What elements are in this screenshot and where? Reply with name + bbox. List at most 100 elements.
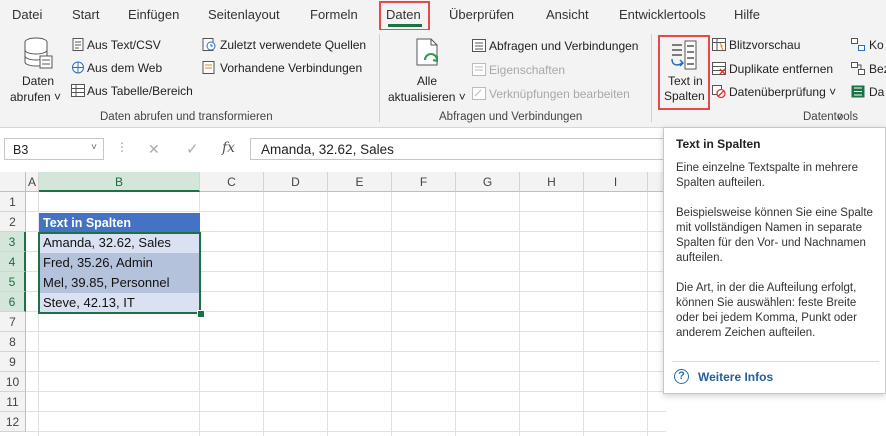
column-header-f[interactable]: F xyxy=(392,172,456,192)
tab-datei[interactable]: Datei xyxy=(12,7,42,22)
column-header-b[interactable]: B xyxy=(39,172,200,192)
row-header-8[interactable]: 8 xyxy=(0,332,26,352)
name-box-dropdown-icon[interactable]: ˅ xyxy=(91,142,97,153)
row-header-10[interactable]: 10 xyxy=(0,372,26,392)
row-header-11[interactable]: 11 xyxy=(0,392,26,412)
ribbon: Daten abrufen ˅ Aus Text/CSV Aus dem Web… xyxy=(0,30,886,128)
tab-daten-active-indicator xyxy=(388,24,422,27)
column-header-h[interactable]: H xyxy=(520,172,584,192)
recent-sources-button[interactable]: Zuletzt verwendete Quellen xyxy=(220,38,366,52)
recent-sources-icon xyxy=(202,38,216,51)
cell-selection-range xyxy=(38,232,201,314)
from-text-csv-button[interactable]: Aus Text/CSV xyxy=(87,38,161,52)
tooltip-paragraph-3: Die Art, in der die Aufteilung erfolgt, … xyxy=(676,282,857,339)
grid-line xyxy=(455,192,456,436)
text-file-icon xyxy=(72,38,84,51)
grid-line xyxy=(26,331,666,332)
name-box-value: B3 xyxy=(13,143,29,157)
help-circle-icon[interactable]: ? xyxy=(674,369,689,384)
tab-einfuegen[interactable]: Einfügen xyxy=(128,7,179,22)
select-all-corner[interactable] xyxy=(0,172,26,192)
remove-duplicates-icon xyxy=(712,62,726,75)
row-header-5[interactable]: 5 xyxy=(0,272,26,292)
ribbon-tabs: Datei Start Einfügen Seitenlayout Formel… xyxy=(0,0,886,31)
tab-formeln[interactable]: Formeln xyxy=(310,7,358,22)
data-validation-button[interactable]: Datenüberprüfung ˅ xyxy=(729,85,836,99)
group-label-get-transform: Daten abrufen und transformieren xyxy=(100,111,273,123)
row-header-6[interactable]: 6 xyxy=(0,292,26,312)
tab-start[interactable]: Start xyxy=(72,7,99,22)
queries-connections-button[interactable]: Abfragen und Verbindungen xyxy=(489,39,638,53)
row-header-2[interactable]: 2 xyxy=(0,212,26,232)
grid-line xyxy=(26,391,666,392)
database-icon xyxy=(24,37,53,69)
data-validation-icon xyxy=(712,85,726,98)
from-table-range-button[interactable]: Aus Tabelle/Bereich xyxy=(87,84,193,98)
grid-line xyxy=(327,192,328,436)
get-data-label-2: abrufen ˅ xyxy=(10,90,62,104)
row-header-12[interactable]: 12 xyxy=(0,412,26,432)
cancel-icon[interactable]: ✕ xyxy=(148,141,160,158)
row-header-7[interactable]: 7 xyxy=(0,312,26,332)
row-header-1[interactable]: 1 xyxy=(0,192,26,212)
column-header-g[interactable]: G xyxy=(456,172,520,192)
remove-duplicates-button[interactable]: Duplikate entfernen xyxy=(729,62,833,76)
consolidate-button-partial[interactable]: Ko xyxy=(869,38,884,52)
grid-line xyxy=(391,192,392,436)
grid-line xyxy=(26,411,666,412)
tab-entwicklertools[interactable]: Entwicklertools xyxy=(619,7,706,22)
confirm-icon[interactable]: ✓ xyxy=(186,140,199,158)
get-data-button[interactable]: Daten abrufen ˅ xyxy=(8,32,66,104)
edit-links-icon xyxy=(472,87,486,100)
relationships-button-partial[interactable]: Bez xyxy=(869,62,886,76)
tooltip-divider xyxy=(672,361,879,362)
properties-button[interactable]: Eigenschaften xyxy=(489,63,565,77)
row-header-3[interactable]: 3 xyxy=(0,232,26,252)
ribbon-separator xyxy=(651,34,652,122)
formula-bar-resize-icon[interactable]: ⋮ xyxy=(116,140,128,154)
column-header-i[interactable]: I xyxy=(584,172,648,192)
grid-line xyxy=(26,211,666,212)
name-box[interactable]: B3 ˅ xyxy=(4,138,104,160)
text-to-columns-highlight xyxy=(658,35,710,110)
data-model-button-partial[interactable]: Da xyxy=(869,85,884,99)
text-to-columns-tooltip: Text in Spalten Eine einzelne Textspalte… xyxy=(663,127,886,394)
row-header-4[interactable]: 4 xyxy=(0,252,26,272)
from-web-button[interactable]: Aus dem Web xyxy=(87,61,162,75)
tab-ueberpruefen[interactable]: Überprüfen xyxy=(449,7,514,22)
data-model-icon xyxy=(851,85,865,98)
grid-line xyxy=(647,192,648,436)
tab-ansicht[interactable]: Ansicht xyxy=(546,7,589,22)
formula-input[interactable]: Amanda, 32.62, Sales xyxy=(250,138,665,160)
tooltip-title: Text in Spalten xyxy=(676,137,761,151)
queries-connections-icon xyxy=(472,39,486,52)
column-header-e[interactable]: E xyxy=(328,172,392,192)
insert-function-icon[interactable]: fx xyxy=(222,140,235,156)
more-info-link[interactable]: Weitere Infos xyxy=(698,370,773,384)
column-header-c[interactable]: C xyxy=(200,172,264,192)
ribbon-separator xyxy=(379,34,380,122)
tooltip-paragraph-1: Eine einzelne Textspalte in mehrere Spal… xyxy=(676,162,858,189)
row-header-9[interactable]: 9 xyxy=(0,352,26,372)
existing-connections-button[interactable]: Vorhandene Verbindungen xyxy=(220,61,362,75)
get-data-label-1: Daten xyxy=(22,74,55,88)
refresh-all-label-1: Alle xyxy=(417,74,438,88)
grid-line xyxy=(263,192,264,436)
web-globe-icon xyxy=(72,61,84,74)
refresh-all-label-2: aktualisieren ˅ xyxy=(388,90,466,104)
tab-hilfe[interactable]: Hilfe xyxy=(734,7,760,22)
column-header-a[interactable]: A xyxy=(26,172,39,192)
edit-links-button[interactable]: Verknüpfungen bearbeiten xyxy=(489,87,630,101)
fill-handle[interactable] xyxy=(197,310,205,318)
formula-value: Amanda, 32.62, Sales xyxy=(261,142,394,157)
tab-seitenlayout[interactable]: Seitenlayout xyxy=(208,7,280,22)
column-header-d[interactable]: D xyxy=(264,172,328,192)
existing-connections-icon xyxy=(202,61,215,74)
flash-fill-button[interactable]: Blitzvorschau xyxy=(729,38,800,52)
grid-line xyxy=(519,192,520,436)
table-header-cell[interactable]: Text in Spalten xyxy=(39,213,200,233)
refresh-all-button[interactable]: Alle aktualisieren ˅ xyxy=(385,32,467,104)
flash-fill-icon xyxy=(712,38,726,51)
grid-line xyxy=(26,371,666,372)
grid-line xyxy=(583,192,584,436)
